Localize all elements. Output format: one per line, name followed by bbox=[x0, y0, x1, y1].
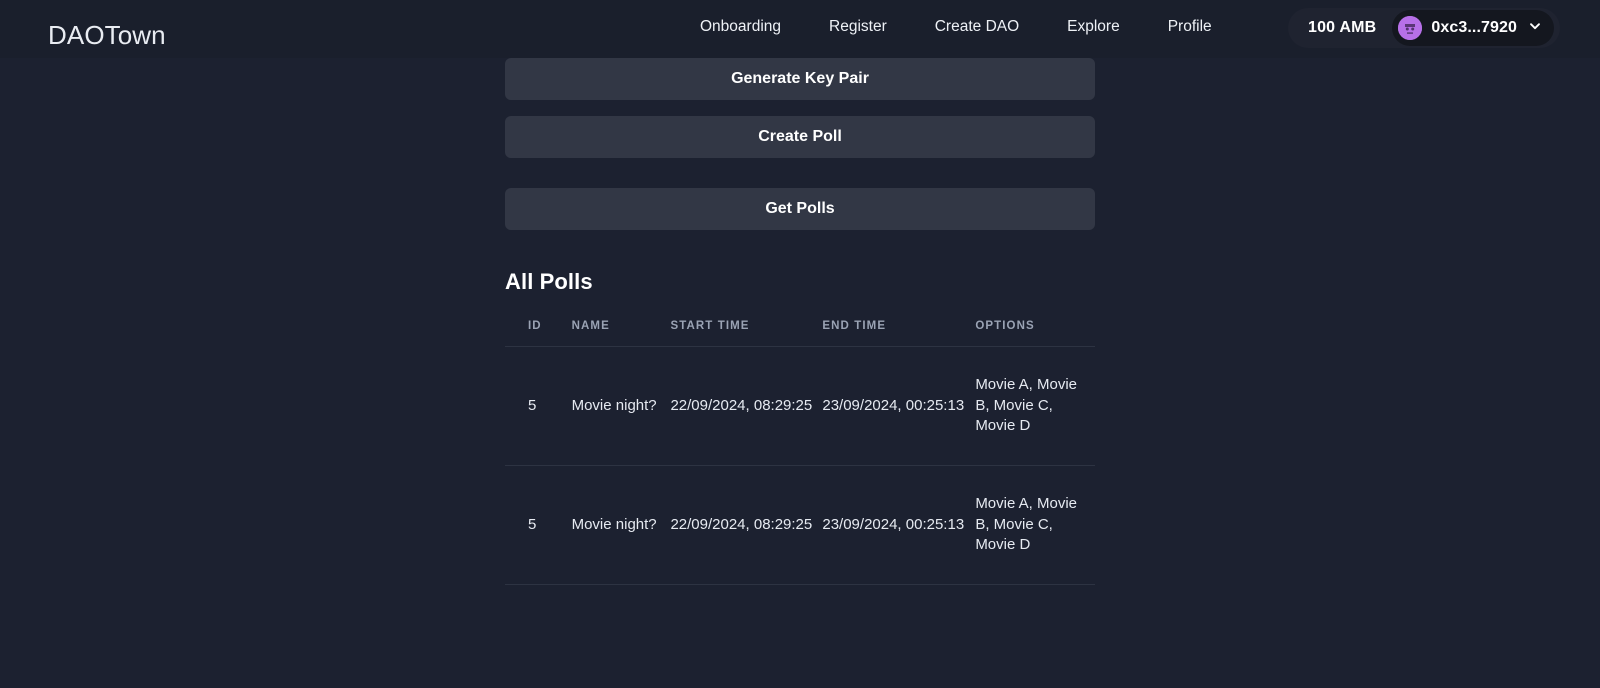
generate-key-pair-button[interactable]: Generate Key Pair bbox=[505, 58, 1095, 100]
cell-name: Movie night? bbox=[571, 465, 671, 586]
polls-table-body: 5 Movie night? 22/09/2024, 08:29:25 23/0… bbox=[505, 346, 1095, 586]
nav-item-explore[interactable]: Explore bbox=[1067, 18, 1120, 37]
polls-table-header-row: ID NAME START TIME END TIME OPTIONS bbox=[505, 320, 1095, 347]
cell-options: Movie A, Movie B, Movie C, Movie D bbox=[975, 346, 1095, 467]
wallet-address-text: 0xc3...7920 bbox=[1431, 19, 1517, 36]
cell-start-time: 22/09/2024, 08:29:25 bbox=[670, 346, 823, 467]
create-poll-button[interactable]: Create Poll bbox=[505, 116, 1095, 158]
get-polls-button[interactable]: Get Polls bbox=[505, 188, 1095, 230]
nav-item-create-dao[interactable]: Create DAO bbox=[935, 18, 1019, 37]
nav-item-profile[interactable]: Profile bbox=[1168, 18, 1212, 37]
cell-id: 5 bbox=[505, 465, 572, 586]
app-brand-logo[interactable]: DAOTown bbox=[48, 22, 166, 48]
cell-start-time: 22/09/2024, 08:29:25 bbox=[670, 465, 823, 586]
column-header-start-time: START TIME bbox=[670, 320, 823, 347]
column-header-options: OPTIONS bbox=[975, 320, 1095, 347]
table-row[interactable]: 5 Movie night? 22/09/2024, 08:29:25 23/0… bbox=[505, 346, 1095, 467]
cell-end-time: 23/09/2024, 00:25:13 bbox=[822, 465, 976, 586]
chevron-down-icon bbox=[1528, 19, 1542, 38]
cell-id: 5 bbox=[505, 346, 572, 467]
cell-name: Movie night? bbox=[571, 346, 671, 467]
wallet-address-button[interactable]: 0xc3...7920 bbox=[1392, 10, 1554, 46]
cell-options: Movie A, Movie B, Movie C, Movie D bbox=[975, 465, 1095, 586]
wallet-avatar-blockie-icon bbox=[1398, 16, 1423, 40]
cell-end-time: 23/09/2024, 00:25:13 bbox=[822, 346, 976, 467]
nav-item-register[interactable]: Register bbox=[829, 18, 887, 37]
polls-table-head: ID NAME START TIME END TIME OPTIONS bbox=[505, 320, 1095, 347]
nav-item-onboarding[interactable]: Onboarding bbox=[700, 18, 781, 37]
column-header-id: ID bbox=[505, 320, 572, 347]
wallet-balance: 100 AMB bbox=[1307, 19, 1377, 36]
wallet-widget: 100 AMB 0xc3...7920 bbox=[1287, 8, 1560, 48]
main-navigation: Onboarding Register Create DAO Explore P… bbox=[700, 18, 1212, 37]
column-header-name: NAME bbox=[571, 320, 671, 347]
page-title: All Polls bbox=[505, 269, 593, 294]
polls-table: ID NAME START TIME END TIME OPTIONS 5 Mo… bbox=[505, 320, 1095, 586]
app-header: DAOTown Onboarding Register Create DAO E… bbox=[0, 0, 1600, 58]
table-row[interactable]: 5 Movie night? 22/09/2024, 08:29:25 23/0… bbox=[505, 465, 1095, 586]
column-header-end-time: END TIME bbox=[822, 320, 976, 347]
